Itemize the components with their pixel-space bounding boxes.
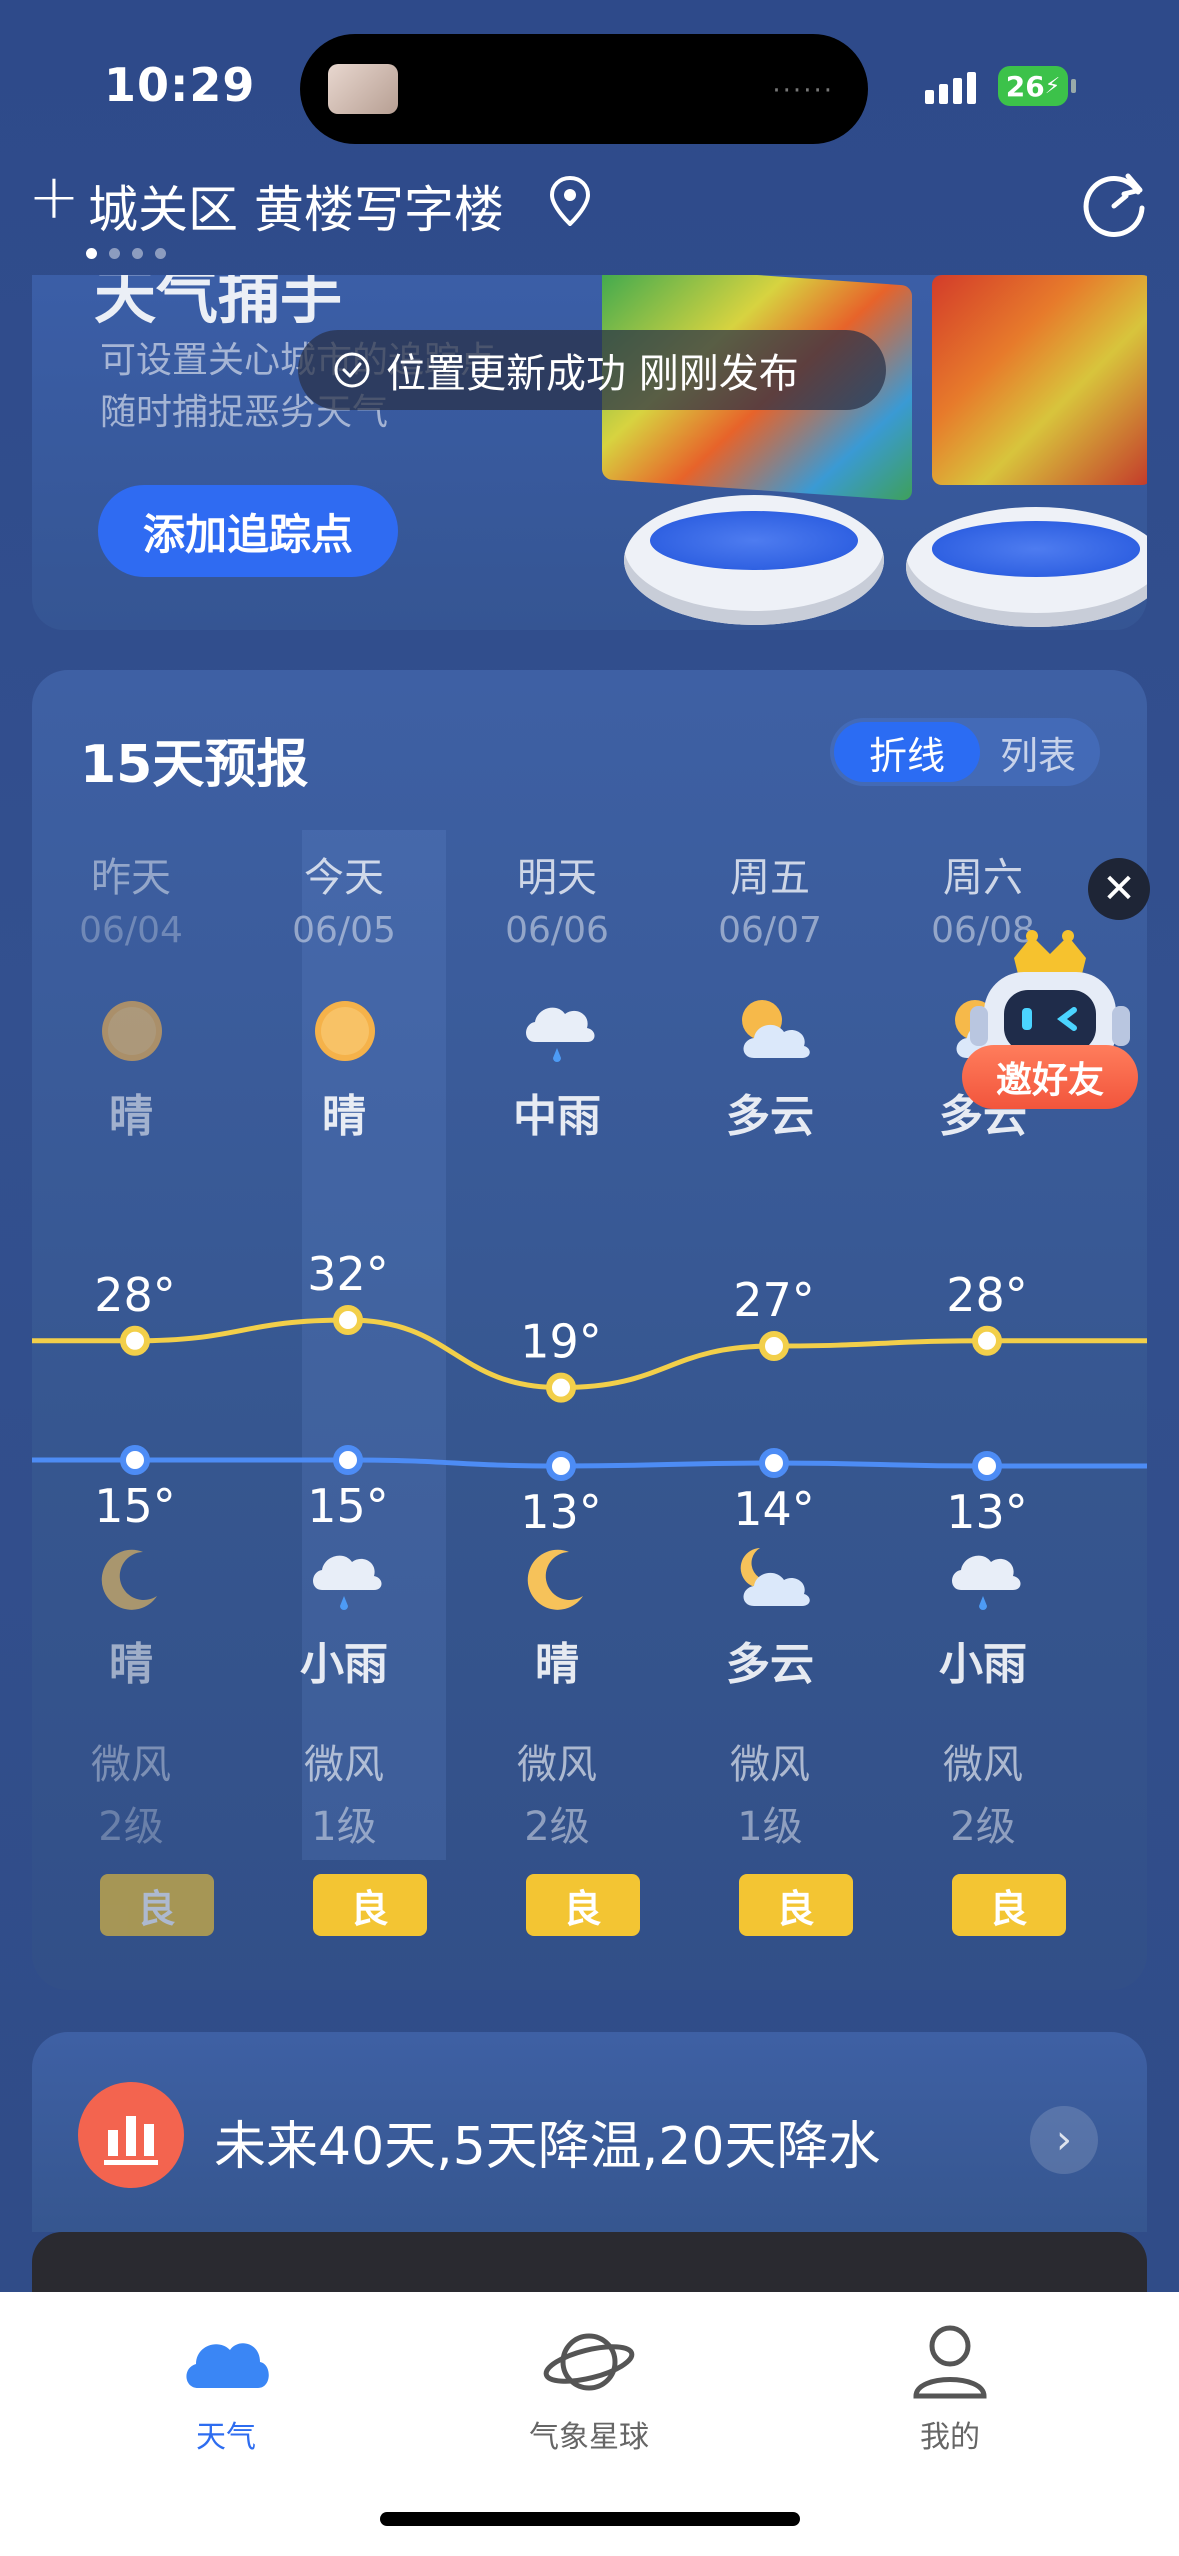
high-temp-point (333, 1305, 363, 1335)
low-temp-point (972, 1451, 1002, 1481)
invite-friends-button[interactable]: 邀好友 (962, 1045, 1138, 1109)
toast-text: 位置更新成功 刚刚发布 (386, 351, 799, 397)
trend-summary: 未来40天,5天降温,20天降水 (214, 2117, 881, 2177)
high-temp-point (972, 1325, 1002, 1356)
status-bar: 10:29 ······ 26 ⚡ (0, 0, 1179, 170)
fifteen-day-forecast-card: 15天预报 折线 列表 昨天 06/04 晴晴微风 2级良今天 06/05 晴小雨 微风 1级… (32, 670, 1147, 1990)
nav-mine-label: 我的 (920, 2420, 980, 2455)
page-indicator (86, 248, 166, 259)
low-temp-point (120, 1445, 150, 1475)
battery-level: 26 (1005, 69, 1045, 103)
high-temp-point (120, 1325, 150, 1356)
check-circle-icon (334, 352, 370, 388)
dynamic-island: ······ (300, 34, 868, 144)
status-time: 10:29 (104, 58, 256, 112)
waveform-icon: ······ (772, 76, 834, 106)
location-name[interactable]: 城关区 黄楼写字楼 (88, 170, 504, 242)
low-temp-label: 15° (307, 1479, 389, 1533)
high-temp-point (546, 1372, 576, 1403)
bar-chart-icon (78, 2082, 184, 2188)
planet-icon (543, 2333, 635, 2391)
tracker-title: 天气捕手 (94, 275, 343, 332)
home-indicator (380, 2512, 800, 2526)
low-temp-point (333, 1445, 363, 1475)
low-temp-label: 15° (94, 1479, 176, 1533)
chevron-right-icon[interactable]: › (1030, 2106, 1098, 2174)
close-icon[interactable]: ✕ (1088, 858, 1150, 920)
low-temp-label: 14° (733, 1482, 815, 1536)
high-temp-point (759, 1331, 789, 1361)
media-thumbnail (328, 64, 398, 114)
pool-illustration (624, 495, 884, 625)
nav-planet-label: 气象星球 (529, 2420, 649, 2455)
temperature-map-image (932, 275, 1147, 485)
add-tracking-point-button[interactable]: 添加追踪点 (98, 485, 398, 577)
high-temp-label: 32° (307, 1247, 389, 1301)
high-temp-label: 27° (733, 1273, 815, 1327)
high-temp-label: 19° (520, 1315, 602, 1369)
nav-weather[interactable]: 天气 (126, 2316, 326, 2456)
weather-tracker-banner[interactable]: 天气捕手 可设置关心城市的追踪点 随时捕捉恶劣天气 添加追踪点 (32, 275, 1147, 630)
next-card-preview (32, 2232, 1147, 2292)
location-pin-icon (549, 176, 591, 226)
pool-illustration (906, 507, 1147, 627)
high-temp-label: 28° (94, 1268, 176, 1322)
user-icon (913, 2325, 987, 2399)
refresh-icon[interactable] (1080, 170, 1148, 238)
add-city-button[interactable]: + (28, 166, 80, 228)
nav-planet[interactable]: 气象星球 (489, 2316, 689, 2456)
low-temp-point (759, 1448, 789, 1478)
signal-icon (925, 72, 976, 104)
cloud-icon (186, 2343, 269, 2388)
location-header: + 城关区 黄楼写字楼 (0, 160, 1179, 260)
battery-tip (1071, 79, 1076, 93)
temperature-line-chart: 28° 32° 19° 27° 28° 15° 15° 13° 14° 13° (32, 1247, 1147, 1539)
battery-indicator: 26 ⚡ (998, 66, 1068, 106)
low-temp-point (546, 1451, 576, 1481)
nav-mine[interactable]: 我的 (850, 2316, 1050, 2456)
low-temp-label: 13° (520, 1485, 602, 1539)
low-temp-label: 13° (946, 1485, 1028, 1539)
nav-weather-label: 天气 (196, 2420, 256, 2455)
location-update-toast: 位置更新成功 刚刚发布 (298, 330, 886, 410)
forty-day-trend-card[interactable]: 未来40天,5天降温,20天降水 › (32, 2032, 1147, 2232)
high-temp-label: 28° (946, 1268, 1028, 1322)
